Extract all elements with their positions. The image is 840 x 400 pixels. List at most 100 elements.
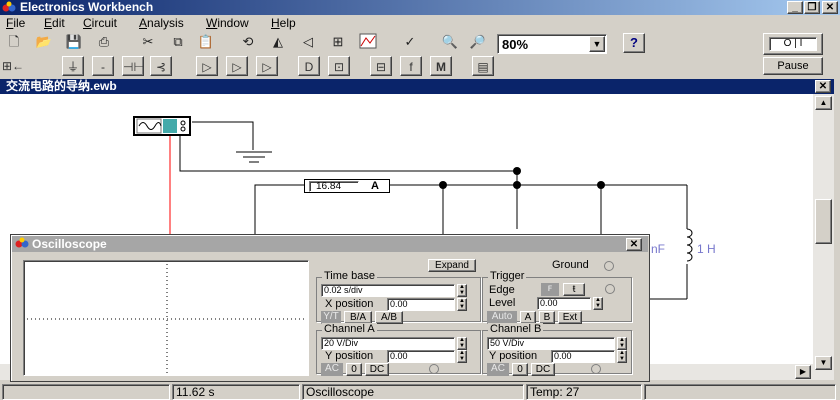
- zoom-in-icon[interactable]: 🔎: [467, 33, 489, 53]
- flip-horizontal-icon[interactable]: ◭: [267, 33, 289, 53]
- channel-a-ac-button[interactable]: AC: [321, 363, 343, 376]
- cut-icon[interactable]: ✂: [137, 33, 159, 53]
- capacitor-label: nF: [651, 242, 666, 256]
- status-bar: 11.62 s Oscilloscope Temp: 27: [0, 383, 840, 400]
- oscilloscope-window[interactable]: Oscilloscope ✕ Expand Ground Time base 0…: [10, 234, 650, 382]
- trigger-level-field[interactable]: 0.00: [537, 297, 591, 310]
- status-extra: [644, 384, 836, 400]
- channel-a-terminal[interactable]: [429, 364, 439, 374]
- restore-button[interactable]: ❐: [804, 1, 820, 14]
- minimize-button[interactable]: _: [787, 1, 803, 14]
- menu-help[interactable]: Help: [271, 16, 296, 30]
- menu-file[interactable]: File: [6, 16, 25, 30]
- digital-bin-icon[interactable]: ⊡: [328, 56, 350, 76]
- parts-bin-toggle-icon[interactable]: ⊞←: [2, 56, 24, 76]
- channel-a-ypos-field[interactable]: 0.00: [387, 350, 455, 363]
- digital-ics-bin-icon[interactable]: ▷: [256, 56, 278, 76]
- channel-a-zero-button[interactable]: 0: [346, 363, 362, 376]
- component-properties-icon[interactable]: ✓: [399, 33, 421, 53]
- zoom-out-icon[interactable]: 🔍: [439, 33, 461, 53]
- x-position-field[interactable]: 0.00: [387, 298, 455, 311]
- mixed-ics-bin-icon[interactable]: ▷: [226, 56, 248, 76]
- channel-b-ypos-spinner[interactable]: ▲ ▼: [617, 350, 627, 363]
- status-time: 11.62 s: [172, 384, 300, 400]
- power-switch[interactable]: O | I: [763, 33, 823, 55]
- function-generator[interactable]: [133, 116, 191, 136]
- scroll-down-arrow-icon[interactable]: ▼: [815, 356, 832, 370]
- document-close-button[interactable]: ✕: [815, 80, 831, 93]
- channel-a-scale-spinner[interactable]: ▲ ▼: [457, 337, 467, 350]
- miscellaneous-bin-icon[interactable]: M: [430, 56, 452, 76]
- logic-gates-bin-icon[interactable]: D: [298, 56, 320, 76]
- mode-ab-button[interactable]: A/B: [375, 311, 403, 324]
- timebase-field[interactable]: 0.02 s/div: [321, 284, 455, 297]
- vertical-scrollbar[interactable]: ▲ ▼: [813, 94, 834, 380]
- basic-bin-icon[interactable]: -ww-: [92, 56, 114, 94]
- channel-b-ypos-field[interactable]: 0.00: [551, 350, 615, 363]
- document-titlebar: 交流电路的导纳.ewb ✕: [0, 79, 834, 94]
- zoom-select[interactable]: 80% ▼: [497, 34, 607, 54]
- channel-b-group: Channel B 50 V/Div ▲ ▼ Y position 0.00 ▲ ▼…: [482, 323, 632, 376]
- ammeter-unit: A: [371, 180, 379, 192]
- sine-wave-icon: [136, 118, 186, 134]
- status-temperature: Temp: 27: [526, 384, 642, 400]
- menu-window[interactable]: Window: [206, 16, 249, 30]
- vertical-scroll-thumb[interactable]: [815, 199, 832, 244]
- edge-falling-button[interactable]: ŧ: [563, 283, 585, 296]
- app-title: Electronics Workbench: [20, 0, 154, 14]
- scroll-up-arrow-icon[interactable]: ▲: [815, 96, 832, 110]
- timebase-spinner[interactable]: ▲ ▼: [457, 284, 467, 297]
- ground-terminal[interactable]: [604, 261, 614, 271]
- oscilloscope-logo-icon: [15, 237, 29, 249]
- channel-b-scale-field[interactable]: 50 V/Div: [487, 337, 615, 350]
- scroll-right-arrow-icon[interactable]: ▶: [795, 365, 811, 379]
- document-title: 交流电路的导纳.ewb: [6, 79, 117, 93]
- paste-icon[interactable]: 📋: [195, 33, 217, 53]
- analog-ics-bin-icon[interactable]: ▷: [196, 56, 218, 76]
- channel-a-scale-field[interactable]: 20 V/Div: [321, 337, 455, 350]
- flip-vertical-icon[interactable]: ◁: [297, 33, 319, 53]
- diodes-bin-icon[interactable]: ⊣⊢: [122, 56, 144, 76]
- menu-circuit[interactable]: Circuit: [83, 16, 117, 30]
- channel-b-terminal[interactable]: [591, 364, 601, 374]
- x-position-spinner[interactable]: ▲ ▼: [457, 298, 467, 311]
- instruments-bin-icon[interactable]: ▤: [472, 56, 494, 76]
- copy-icon[interactable]: ⧉: [167, 33, 189, 53]
- edge-rising-button[interactable]: ꜰ: [541, 283, 559, 296]
- expand-button[interactable]: Expand: [428, 259, 476, 272]
- graph-icon[interactable]: [357, 33, 379, 53]
- oscilloscope-graticule: [27, 264, 307, 374]
- channel-b-zero-button[interactable]: 0: [512, 363, 528, 376]
- save-icon[interactable]: 💾: [63, 33, 85, 53]
- toolbar-parts: ⊞← ⏚ -ww- ⊣⊢ ⊰ ▷ ▷ ▷ D ⊡ ⊟ f M ▤ Pause: [0, 56, 840, 94]
- chevron-down-icon[interactable]: ▼: [589, 36, 605, 52]
- pause-button[interactable]: Pause: [763, 57, 823, 75]
- channel-a-dc-button[interactable]: DC: [365, 363, 389, 376]
- channel-a-ypos-spinner[interactable]: ▲ ▼: [457, 350, 467, 363]
- sources-bin-icon[interactable]: ⏚: [62, 56, 84, 76]
- rotate-icon[interactable]: ⟲: [237, 33, 259, 53]
- help-button[interactable]: ?: [623, 33, 645, 53]
- timebase-group: Time base 0.02 s/div ▲ ▼ X position 0.00 …: [316, 270, 481, 324]
- channel-b-scale-spinner[interactable]: ▲ ▼: [617, 337, 627, 350]
- open-folder-icon[interactable]: 📂: [33, 33, 55, 53]
- transistors-bin-icon[interactable]: ⊰: [150, 56, 172, 76]
- channel-b-ac-button[interactable]: AC: [487, 363, 509, 376]
- close-button[interactable]: ✕: [822, 1, 838, 14]
- inductor-label: 1 H: [697, 242, 716, 256]
- trigger-ext-button[interactable]: Ext: [558, 311, 582, 324]
- menu-analysis[interactable]: Analysis: [139, 16, 184, 30]
- ammeter[interactable]: 16.84 A: [304, 179, 390, 193]
- new-file-icon[interactable]: 🗋: [3, 33, 25, 53]
- subcircuit-icon[interactable]: ⊞: [327, 33, 349, 53]
- trigger-level-spinner[interactable]: ▲ ▼: [593, 297, 603, 310]
- channel-b-dc-button[interactable]: DC: [531, 363, 555, 376]
- print-icon[interactable]: ⎙: [93, 33, 115, 53]
- oscilloscope-close-button[interactable]: ✕: [626, 238, 642, 251]
- trigger-terminal[interactable]: [605, 284, 615, 294]
- status-component: Oscilloscope: [302, 384, 524, 400]
- controls-bin-icon[interactable]: f: [400, 56, 422, 76]
- indicators-bin-icon[interactable]: ⊟: [370, 56, 392, 76]
- menu-edit[interactable]: Edit: [44, 16, 65, 30]
- oscilloscope-title: Oscilloscope: [32, 237, 107, 251]
